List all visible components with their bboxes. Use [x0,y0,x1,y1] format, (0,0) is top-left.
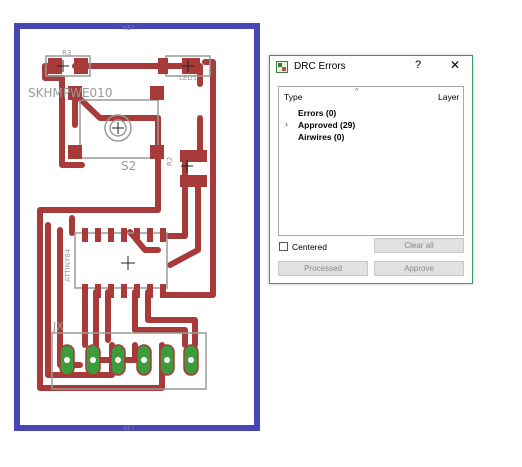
column-layer[interactable]: Layer [438,92,459,102]
tree-item-approved[interactable]: Approved (29) [298,120,355,130]
dialog-titlebar[interactable]: DRC Errors ? ✕ [270,56,472,78]
component-label: SKHMPWE010 [28,86,112,100]
drc-app-icon [276,61,288,73]
resistor-label: R3 [62,49,71,57]
svg-text:NET: NET [123,25,135,32]
error-list-panel[interactable]: Type ^ Layer Errors (0) › Approved (29) … [278,86,464,236]
traces [37,59,216,391]
resistor2-label: R2 [166,157,174,166]
led-label: LED1 [179,74,197,82]
processed-button[interactable]: Processed [278,261,368,276]
column-type[interactable]: Type [284,92,302,102]
chip-label: ATTINY84 [64,248,72,282]
svg-text:NET: NET [123,425,135,432]
expand-chevron-icon[interactable]: › [285,119,288,129]
clear-all-button[interactable]: Clear all [374,238,464,253]
header-label: JX [52,320,64,333]
centered-checkbox[interactable] [279,242,288,251]
help-button[interactable]: ? [415,59,421,71]
centered-label: Centered [292,242,327,252]
drc-errors-dialog: DRC Errors ? ✕ Type ^ Layer Errors (0) ›… [269,55,473,284]
tree-item-airwires[interactable]: Airwires (0) [298,132,344,142]
switch-label: S2 [121,159,136,173]
dialog-title: DRC Errors [294,61,346,72]
tree-item-errors[interactable]: Errors (0) [298,108,336,118]
close-icon[interactable]: ✕ [450,58,460,72]
sort-indicator-icon: ^ [355,88,359,95]
approve-button[interactable]: Approve [374,261,464,276]
